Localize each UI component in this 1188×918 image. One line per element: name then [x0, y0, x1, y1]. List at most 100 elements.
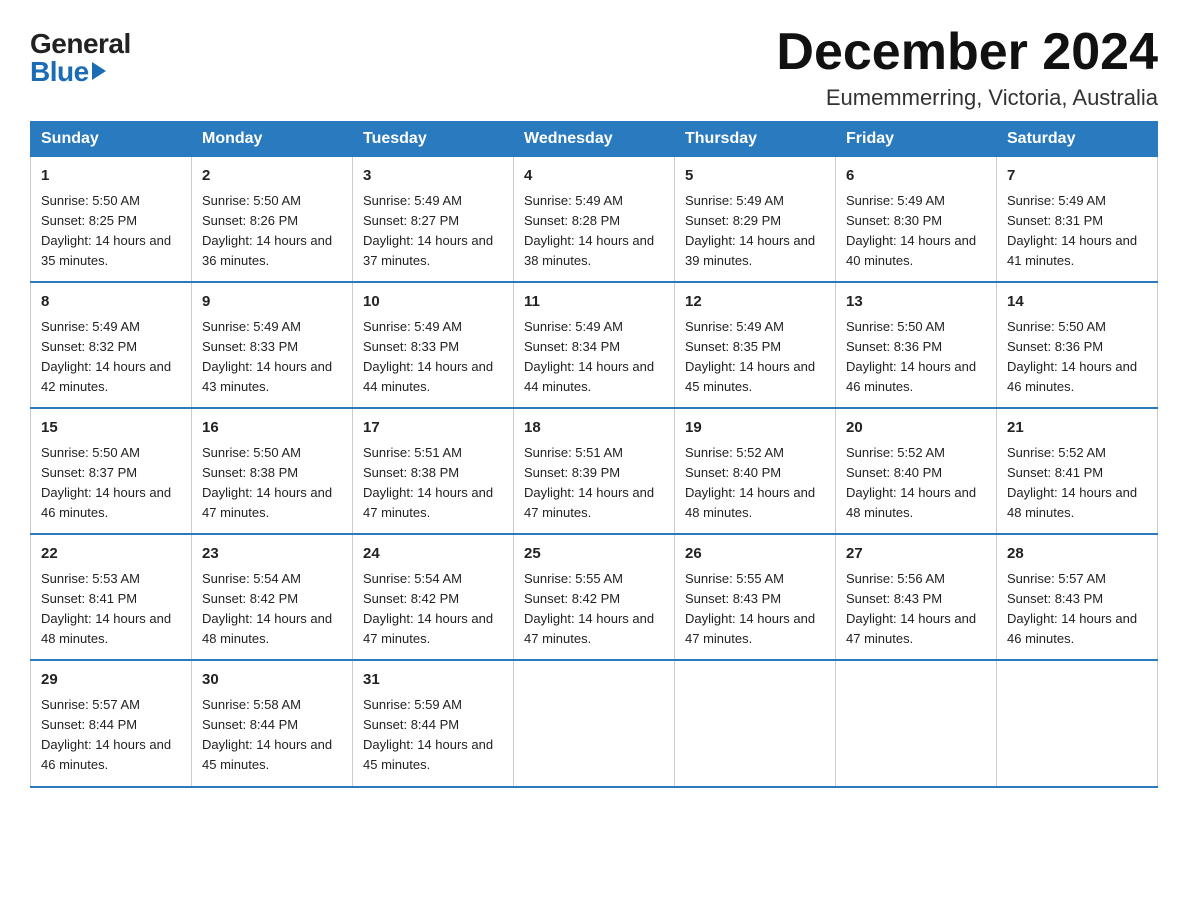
logo-blue-text: Blue [30, 58, 106, 86]
day-number: 31 [363, 669, 503, 692]
calendar-cell [836, 660, 997, 786]
day-info: Sunrise: 5:52 AMSunset: 8:40 PMDaylight:… [685, 443, 825, 524]
calendar-cell: 31 Sunrise: 5:59 AMSunset: 8:44 PMDayligh… [353, 660, 514, 786]
calendar-cell [997, 660, 1158, 786]
calendar-cell: 4 Sunrise: 5:49 AMSunset: 8:28 PMDaylight… [514, 157, 675, 283]
day-number: 10 [363, 291, 503, 314]
calendar-cell: 24 Sunrise: 5:54 AMSunset: 8:42 PMDayligh… [353, 534, 514, 660]
week-row-2: 8Sunrise: 5:49 AMSunset: 8:32 PMDaylight… [31, 282, 1158, 408]
page-header: General Blue December 2024 Eumemmerring,… [30, 24, 1158, 111]
weekday-header-friday: Friday [836, 122, 997, 157]
calendar-cell: 26 Sunrise: 5:55 AMSunset: 8:43 PMDayligh… [675, 534, 836, 660]
day-info: Sunrise: 5:49 AMSunset: 8:31 PMDaylight:… [1007, 191, 1147, 272]
day-number: 8 [41, 291, 181, 314]
day-info: Sunrise: 5:56 AMSunset: 8:43 PMDaylight:… [846, 569, 986, 650]
calendar-cell: 22 Sunrise: 5:53 AMSunset: 8:41 PMDayligh… [31, 534, 192, 660]
day-number: 19 [685, 417, 825, 440]
week-row-5: 29 Sunrise: 5:57 AMSunset: 8:44 PMDayligh… [31, 660, 1158, 786]
day-number: 6 [846, 165, 986, 188]
day-number: 15 [41, 417, 181, 440]
weekday-header-saturday: Saturday [997, 122, 1158, 157]
day-number: 2 [202, 165, 342, 188]
day-number: 26 [685, 543, 825, 566]
day-info: Sunrise: 5:58 AMSunset: 8:44 PMDaylight:… [202, 695, 342, 776]
day-number: 29 [41, 669, 181, 692]
day-number: 28 [1007, 543, 1147, 566]
day-number: 18 [524, 417, 664, 440]
calendar-cell: 6 Sunrise: 5:49 AMSunset: 8:30 PMDaylight… [836, 157, 997, 283]
calendar-cell: 13 Sunrise: 5:50 AMSunset: 8:36 PMDayligh… [836, 282, 997, 408]
day-number: 17 [363, 417, 503, 440]
calendar-cell: 14 Sunrise: 5:50 AMSunset: 8:36 PMDayligh… [997, 282, 1158, 408]
calendar-cell: 29 Sunrise: 5:57 AMSunset: 8:44 PMDayligh… [31, 660, 192, 786]
calendar-cell: 19 Sunrise: 5:52 AMSunset: 8:40 PMDayligh… [675, 408, 836, 534]
title-block: December 2024 Eumemmerring, Victoria, Au… [776, 24, 1158, 111]
day-number: 14 [1007, 291, 1147, 314]
location-subtitle: Eumemmerring, Victoria, Australia [776, 85, 1158, 111]
calendar-cell: 7 Sunrise: 5:49 AMSunset: 8:31 PMDaylight… [997, 157, 1158, 283]
calendar-cell: 30 Sunrise: 5:58 AMSunset: 8:44 PMDayligh… [192, 660, 353, 786]
calendar-cell: 10 Sunrise: 5:49 AMSunset: 8:33 PMDayligh… [353, 282, 514, 408]
calendar-cell: 8Sunrise: 5:49 AMSunset: 8:32 PMDaylight… [31, 282, 192, 408]
day-number: 22 [41, 543, 181, 566]
day-number: 7 [1007, 165, 1147, 188]
day-info: Sunrise: 5:55 AMSunset: 8:43 PMDaylight:… [685, 569, 825, 650]
day-info: Sunrise: 5:53 AMSunset: 8:41 PMDaylight:… [41, 569, 181, 650]
month-year-title: December 2024 [776, 24, 1158, 81]
day-number: 5 [685, 165, 825, 188]
week-row-4: 22 Sunrise: 5:53 AMSunset: 8:41 PMDayligh… [31, 534, 1158, 660]
day-info: Sunrise: 5:59 AMSunset: 8:44 PMDaylight:… [363, 695, 503, 776]
day-info: Sunrise: 5:50 AMSunset: 8:36 PMDaylight:… [846, 317, 986, 398]
day-info: Sunrise: 5:50 AMSunset: 8:38 PMDaylight:… [202, 443, 342, 524]
day-info: Sunrise: 5:52 AMSunset: 8:40 PMDaylight:… [846, 443, 986, 524]
day-info: Sunrise: 5:57 AMSunset: 8:43 PMDaylight:… [1007, 569, 1147, 650]
calendar-cell: 17 Sunrise: 5:51 AMSunset: 8:38 PMDayligh… [353, 408, 514, 534]
day-number: 12 [685, 291, 825, 314]
weekday-header-thursday: Thursday [675, 122, 836, 157]
calendar-cell: 5Sunrise: 5:49 AMSunset: 8:29 PMDaylight… [675, 157, 836, 283]
weekday-header-monday: Monday [192, 122, 353, 157]
logo-arrow-icon [92, 62, 106, 80]
day-info: Sunrise: 5:49 AMSunset: 8:34 PMDaylight:… [524, 317, 664, 398]
day-number: 3 [363, 165, 503, 188]
day-info: Sunrise: 5:50 AMSunset: 8:25 PMDaylight:… [41, 191, 181, 272]
calendar-cell: 20 Sunrise: 5:52 AMSunset: 8:40 PMDayligh… [836, 408, 997, 534]
weekday-header-wednesday: Wednesday [514, 122, 675, 157]
day-info: Sunrise: 5:49 AMSunset: 8:35 PMDaylight:… [685, 317, 825, 398]
day-info: Sunrise: 5:49 AMSunset: 8:30 PMDaylight:… [846, 191, 986, 272]
calendar-cell: 2 Sunrise: 5:50 AMSunset: 8:26 PMDaylight… [192, 157, 353, 283]
day-info: Sunrise: 5:57 AMSunset: 8:44 PMDaylight:… [41, 695, 181, 776]
day-number: 1 [41, 165, 181, 188]
calendar-cell: 1 Sunrise: 5:50 AMSunset: 8:25 PMDaylight… [31, 157, 192, 283]
day-number: 21 [1007, 417, 1147, 440]
logo: General Blue [30, 30, 131, 86]
day-info: Sunrise: 5:50 AMSunset: 8:36 PMDaylight:… [1007, 317, 1147, 398]
day-info: Sunrise: 5:50 AMSunset: 8:26 PMDaylight:… [202, 191, 342, 272]
day-number: 13 [846, 291, 986, 314]
day-info: Sunrise: 5:54 AMSunset: 8:42 PMDaylight:… [363, 569, 503, 650]
day-number: 16 [202, 417, 342, 440]
day-number: 20 [846, 417, 986, 440]
day-number: 30 [202, 669, 342, 692]
calendar-cell: 15 Sunrise: 5:50 AMSunset: 8:37 PMDayligh… [31, 408, 192, 534]
weekday-header-tuesday: Tuesday [353, 122, 514, 157]
calendar-cell [514, 660, 675, 786]
calendar-cell: 18Sunrise: 5:51 AMSunset: 8:39 PMDayligh… [514, 408, 675, 534]
day-number: 23 [202, 543, 342, 566]
day-info: Sunrise: 5:49 AMSunset: 8:33 PMDaylight:… [363, 317, 503, 398]
day-info: Sunrise: 5:49 AMSunset: 8:28 PMDaylight:… [524, 191, 664, 272]
calendar-cell: 27 Sunrise: 5:56 AMSunset: 8:43 PMDayligh… [836, 534, 997, 660]
day-number: 11 [524, 291, 664, 314]
calendar-cell: 23Sunrise: 5:54 AMSunset: 8:42 PMDayligh… [192, 534, 353, 660]
day-number: 27 [846, 543, 986, 566]
day-info: Sunrise: 5:49 AMSunset: 8:33 PMDaylight:… [202, 317, 342, 398]
calendar-cell: 11 Sunrise: 5:49 AMSunset: 8:34 PMDayligh… [514, 282, 675, 408]
day-number: 9 [202, 291, 342, 314]
day-number: 4 [524, 165, 664, 188]
calendar-cell: 21Sunrise: 5:52 AMSunset: 8:41 PMDayligh… [997, 408, 1158, 534]
day-info: Sunrise: 5:50 AMSunset: 8:37 PMDaylight:… [41, 443, 181, 524]
day-number: 24 [363, 543, 503, 566]
calendar-table: SundayMondayTuesdayWednesdayThursdayFrid… [30, 121, 1158, 787]
weekday-header-sunday: Sunday [31, 122, 192, 157]
day-info: Sunrise: 5:51 AMSunset: 8:38 PMDaylight:… [363, 443, 503, 524]
